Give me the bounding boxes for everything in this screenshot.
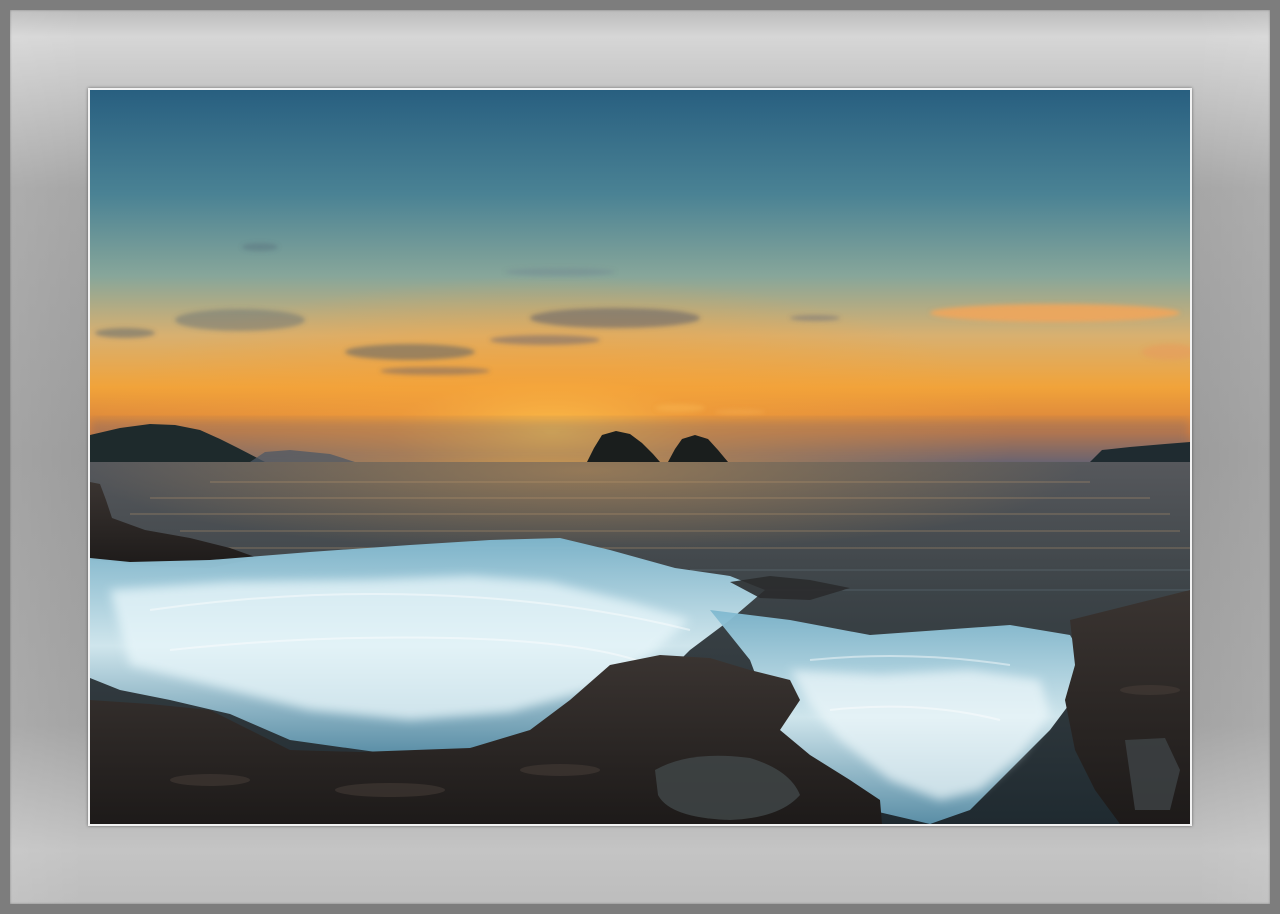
- sky: [90, 90, 1190, 462]
- seascape-photo: [90, 90, 1190, 824]
